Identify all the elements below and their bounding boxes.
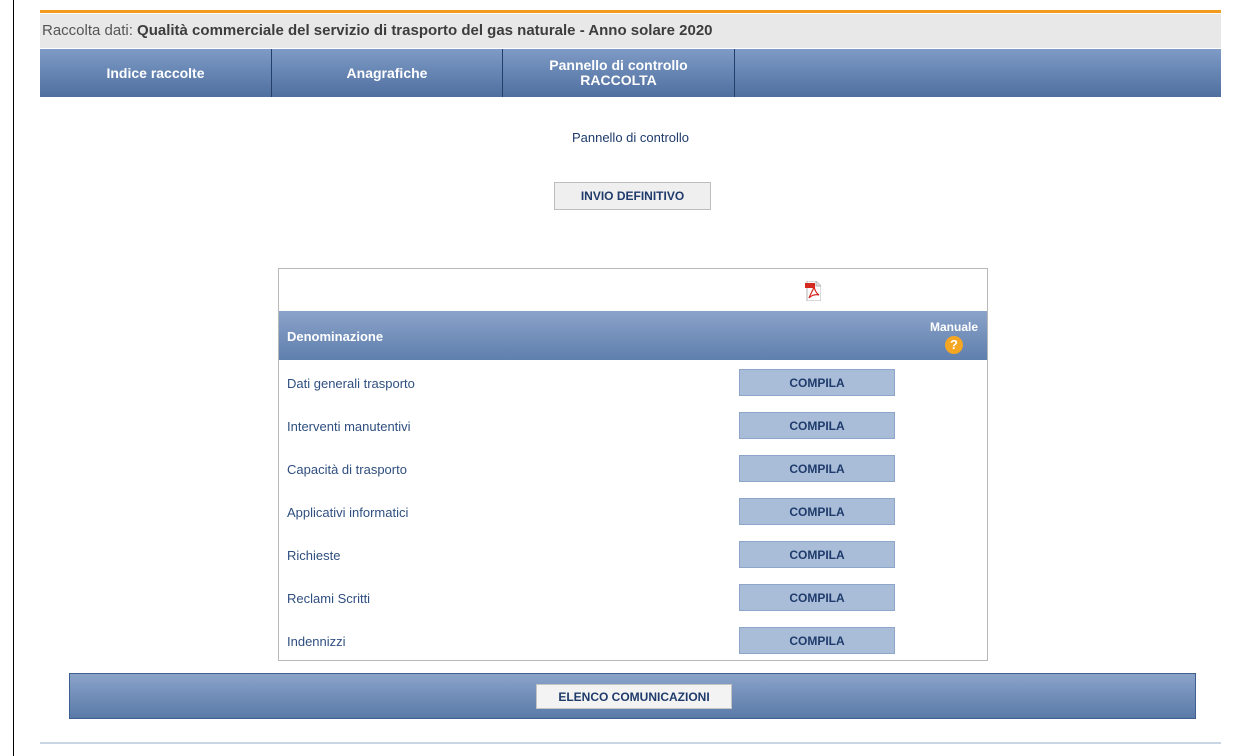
compila-button[interactable]: COMPILA <box>739 455 895 482</box>
nav-label: Anagrafiche <box>346 64 428 81</box>
row-label: Interventi manutentivi <box>287 419 411 434</box>
title-prefix: Raccolta dati: <box>42 22 138 39</box>
nav-label: Pannello di controllo RACCOLTA <box>549 57 688 88</box>
compila-button[interactable]: COMPILA <box>739 498 895 525</box>
page-container: Raccolta dati: Qualità commerciale del s… <box>40 10 1221 756</box>
row-label: Reclami Scritti <box>287 591 371 606</box>
table-row: Richieste COMPILA <box>279 541 987 569</box>
bottom-divider <box>40 742 1221 744</box>
compila-button[interactable]: COMPILA <box>739 627 895 654</box>
elenco-comunicazioni-button[interactable]: ELENCO COMUNICAZIONI <box>536 684 732 709</box>
title-main: Qualità commerciale del servizio di tras… <box>137 22 713 39</box>
table-row: Dati generali trasporto COMPILA <box>279 369 987 397</box>
nav-indice-raccolte[interactable]: Indice raccolte <box>40 49 272 97</box>
nav-anagrafiche[interactable]: Anagrafiche <box>272 49 503 97</box>
main-nav: Indice raccolte Anagrafiche Pannello di … <box>40 49 1221 97</box>
column-manuale: Manuale ? <box>923 320 985 354</box>
page-title: Raccolta dati: Qualità commerciale del s… <box>40 14 1221 48</box>
section-title: Pannello di controllo <box>571 130 690 145</box>
table-row: Applicativi informatici COMPILA <box>279 498 987 526</box>
table-header: Denominazione Manuale ? <box>279 311 987 360</box>
table-row: Reclami Scritti COMPILA <box>279 584 987 612</box>
table-row: Interventi manutentivi COMPILA <box>279 412 987 440</box>
row-label: Capacità di trasporto <box>287 462 407 477</box>
row-label: Indennizzi <box>287 634 346 649</box>
footer-bar: ELENCO COMUNICAZIONI <box>69 673 1196 719</box>
window-frame-edge <box>13 0 14 756</box>
row-label: Dati generali trasporto <box>287 376 415 391</box>
compila-button[interactable]: COMPILA <box>739 584 895 611</box>
pdf-icon[interactable] <box>805 281 821 301</box>
accent-rule <box>40 10 1221 13</box>
compila-button[interactable]: COMPILA <box>739 541 895 568</box>
row-label: Applicativi informatici <box>287 505 409 520</box>
sections-panel: Denominazione Manuale ? Dati generali tr… <box>278 268 988 661</box>
row-label: Richieste <box>287 548 341 563</box>
invio-definitivo-button[interactable]: INVIO DEFINITIVO <box>554 182 711 210</box>
table-row: Indennizzi COMPILA <box>279 627 987 655</box>
help-icon[interactable]: ? <box>945 336 963 354</box>
nav-label: Indice raccolte <box>106 64 205 81</box>
nav-pannello-controllo[interactable]: Pannello di controllo RACCOLTA <box>503 49 735 97</box>
manuale-label: Manuale <box>929 320 978 334</box>
table-row: Capacità di trasporto COMPILA <box>279 455 987 483</box>
compila-button[interactable]: COMPILA <box>739 369 895 396</box>
compila-button[interactable]: COMPILA <box>739 412 895 439</box>
column-denominazione: Denominazione <box>287 329 384 344</box>
